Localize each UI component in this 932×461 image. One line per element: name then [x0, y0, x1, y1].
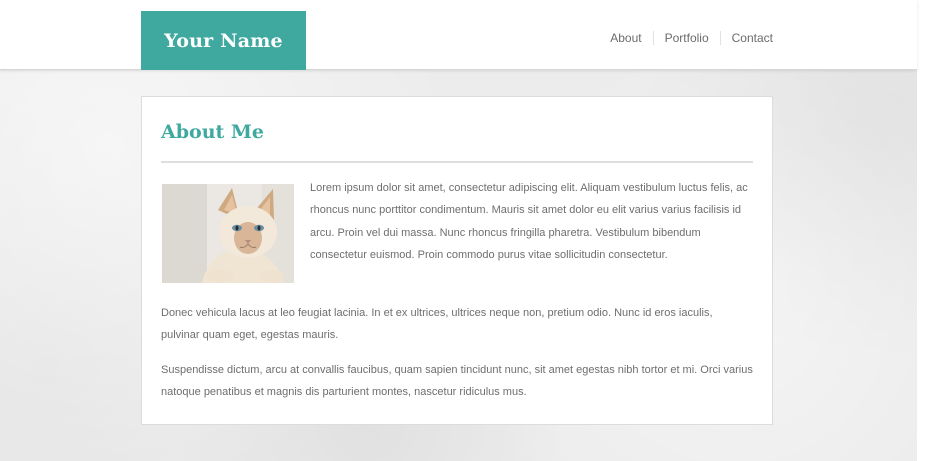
- page-title: About Me: [161, 121, 265, 143]
- nav-link-about[interactable]: About: [599, 31, 652, 45]
- logo-text[interactable]: Your Name: [164, 30, 283, 52]
- body-paragraph-2: Donec vehicula lacus at leo feugiat laci…: [161, 307, 713, 342]
- cat-photo: [162, 184, 294, 283]
- title-divider: [161, 161, 753, 163]
- cat-illustration: [162, 184, 294, 283]
- site-logo[interactable]: Your Name: [141, 11, 306, 70]
- main-nav: About Portfolio Contact: [599, 31, 773, 45]
- intro-paragraph: Lorem ipsum dolor sit amet, consectetur …: [310, 182, 748, 262]
- content-card: About Me Lorem ipsum dolor sit amet, con…: [141, 96, 773, 425]
- body-paragraph-3: Suspendisse dictum, arcu at convallis fa…: [161, 364, 753, 399]
- site-header: Your Name About Portfolio Contact: [0, 0, 917, 70]
- nav-link-portfolio[interactable]: Portfolio: [652, 31, 720, 45]
- nav-link-contact[interactable]: Contact: [719, 31, 773, 45]
